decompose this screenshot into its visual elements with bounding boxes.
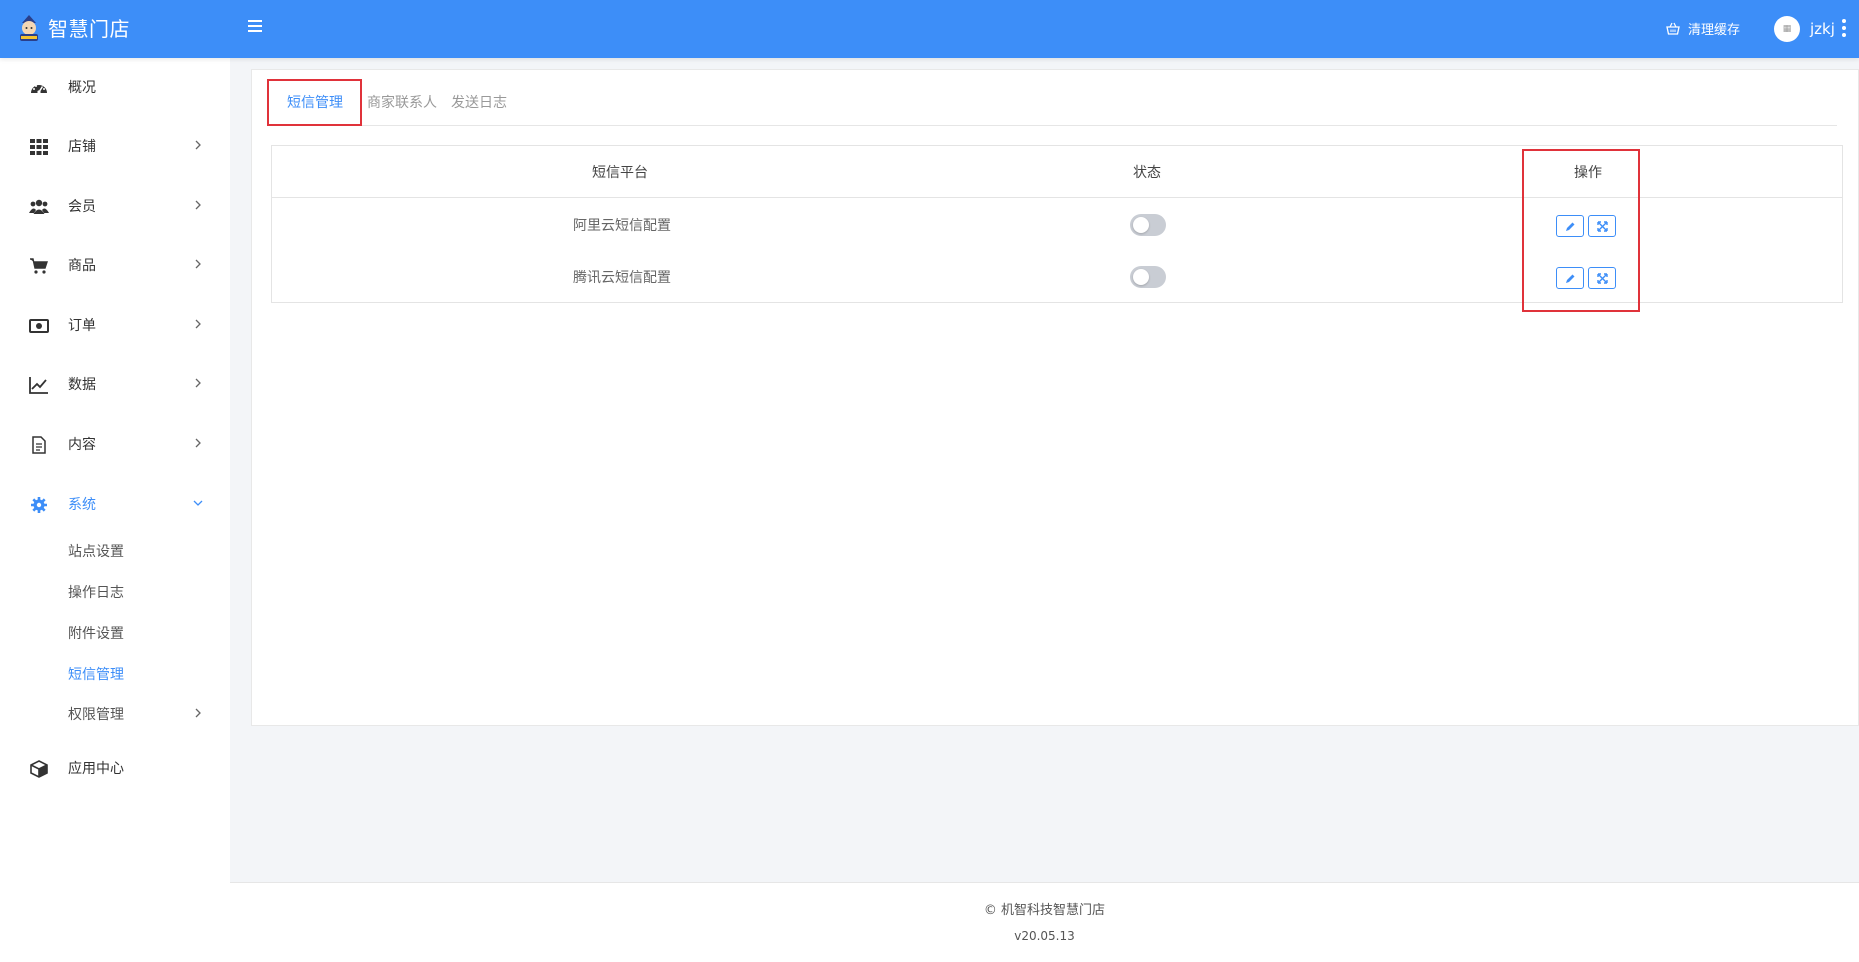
- clear-cache-button[interactable]: 清理缓存: [1666, 19, 1740, 38]
- status-toggle[interactable]: [1130, 266, 1166, 288]
- table-row: 腾讯云短信配置: [272, 251, 1842, 303]
- tab-merchant-contacts[interactable]: 商家联系人: [367, 92, 437, 112]
- sidebar-subitem-attachment-settings[interactable]: 附件设置: [68, 623, 124, 643]
- basket-icon: [1666, 22, 1680, 35]
- sidebar-item-orders[interactable]: 订单: [0, 305, 230, 345]
- sidebar-item-label: 应用中心: [68, 761, 124, 777]
- column-header-platform: 短信平台: [592, 165, 648, 181]
- version: v20.05.13: [1014, 929, 1075, 943]
- avatar: ▦: [1774, 16, 1800, 42]
- sms-management-card: 短信管理 商家联系人 发送日志 短信平台 状态 操作 阿里云短信配置 腾讯云短信…: [251, 69, 1859, 726]
- sidebar-item-label: 系统: [68, 497, 96, 513]
- chevron-right-icon: [195, 140, 201, 150]
- sidebar-item-label: 会员: [68, 199, 96, 215]
- sidebar-item-label: 店铺: [68, 139, 96, 155]
- sidebar-subitem-permission-management[interactable]: 权限管理: [0, 694, 230, 730]
- money-icon: [29, 319, 49, 333]
- sidebar-item-app-center[interactable]: 应用中心: [0, 748, 230, 788]
- sidebar-item-system[interactable]: 系统: [0, 484, 230, 524]
- sidebar-item-label: 数据: [68, 377, 96, 393]
- document-icon: [32, 436, 46, 454]
- pencil-icon: [1565, 274, 1574, 283]
- logo-icon: [20, 14, 38, 41]
- footer: © 机智科技智慧门店 v20.05.13: [230, 882, 1859, 962]
- sidebar-item-store[interactable]: 店铺: [0, 126, 230, 166]
- table-row: 阿里云短信配置: [272, 199, 1842, 251]
- status-toggle[interactable]: [1130, 214, 1166, 236]
- tab-bar: 短信管理 商家联系人 发送日志: [267, 82, 1837, 126]
- sidebar-item-label: 权限管理: [68, 707, 124, 723]
- cube-icon: [30, 760, 48, 778]
- chevron-right-icon: [195, 438, 201, 448]
- chevron-right-icon: [195, 378, 201, 388]
- sidebar-subitem-site-settings[interactable]: 站点设置: [68, 541, 124, 561]
- grid-icon: [30, 139, 48, 155]
- chart-line-icon: [29, 377, 48, 394]
- more-vertical-icon[interactable]: [1842, 19, 1846, 40]
- user-menu[interactable]: ▦ jzkj: [1774, 16, 1835, 42]
- sidebar-item-label: 概况: [68, 80, 96, 96]
- username: jzkj: [1810, 20, 1835, 38]
- top-header: 智慧门店 清理缓存 ▦ jzkj: [0, 0, 1859, 58]
- expand-arrows-icon: [1596, 220, 1608, 232]
- sms-platform-table: 短信平台 状态 操作 阿里云短信配置 腾讯云短信配置: [271, 145, 1843, 303]
- sidebar-item-products[interactable]: 商品: [0, 245, 230, 285]
- chevron-right-icon: [195, 319, 201, 329]
- brand-name: 智慧门店: [48, 17, 130, 41]
- sidebar-item-label: 内容: [68, 437, 96, 453]
- column-header-status: 状态: [1133, 165, 1161, 181]
- copyright: © 机智科技智慧门店: [983, 903, 1106, 918]
- chevron-right-icon: [195, 708, 201, 718]
- gear-icon: [31, 497, 47, 513]
- sidebar-subitem-sms-management[interactable]: 短信管理: [68, 664, 124, 684]
- sidebar-item-label: 商品: [68, 258, 96, 274]
- sidebar-item-label: 订单: [68, 318, 96, 334]
- sidebar-item-members[interactable]: 会员: [0, 186, 230, 226]
- edit-button[interactable]: [1556, 267, 1584, 289]
- expand-button[interactable]: [1588, 215, 1616, 237]
- platform-name: 腾讯云短信配置: [573, 270, 671, 286]
- brand[interactable]: 智慧门店: [16, 13, 130, 42]
- expand-button[interactable]: [1588, 267, 1616, 289]
- chevron-down-icon: [193, 500, 203, 506]
- platform-name: 阿里云短信配置: [573, 218, 671, 234]
- users-icon: [29, 199, 49, 214]
- pencil-icon: [1565, 222, 1574, 231]
- cart-icon: [30, 258, 48, 274]
- expand-arrows-icon: [1596, 272, 1608, 284]
- edit-button[interactable]: [1556, 215, 1584, 237]
- clear-cache-label: 清理缓存: [1688, 23, 1741, 38]
- column-header-actions: 操作: [1574, 165, 1602, 181]
- table-header: 短信平台 状态 操作: [272, 146, 1842, 198]
- dashboard-icon: [31, 85, 47, 94]
- sidebar-item-data[interactable]: 数据: [0, 364, 230, 404]
- sidebar: 概况 店铺 会员 商品 订单 数据 内容 系统 站点设置 操作日志 附件设置 短…: [0, 58, 230, 962]
- sidebar-subitem-operation-log[interactable]: 操作日志: [68, 582, 124, 602]
- menu-toggle-icon[interactable]: [248, 20, 262, 36]
- chevron-right-icon: [195, 200, 201, 210]
- tab-send-log[interactable]: 发送日志: [451, 92, 507, 112]
- sidebar-item-overview[interactable]: 概况: [0, 67, 230, 107]
- sidebar-item-content[interactable]: 内容: [0, 424, 230, 464]
- chevron-right-icon: [195, 259, 201, 269]
- tab-sms-management[interactable]: 短信管理: [287, 92, 343, 112]
